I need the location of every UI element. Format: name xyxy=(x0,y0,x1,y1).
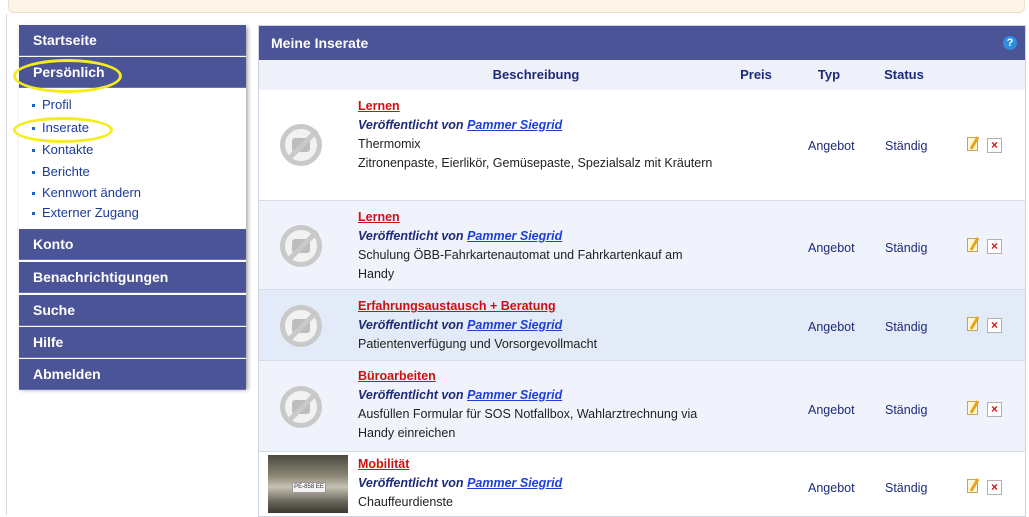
sidebar-item-kennwort[interactable]: Kennwort ändern xyxy=(32,184,141,202)
nav-benachrichtigungen[interactable]: Benachrichtigungen xyxy=(19,262,246,293)
nav-hilfe[interactable]: Hilfe xyxy=(19,327,246,358)
author-link[interactable]: Pammer Siegrid xyxy=(467,476,562,490)
edit-icon[interactable] xyxy=(967,401,980,415)
status-value: Ständig xyxy=(885,403,928,417)
typ-value: Angebot xyxy=(808,320,855,334)
car-photo[interactable]: PE-858 EE xyxy=(268,455,348,513)
author-link[interactable]: Pammer Siegrid xyxy=(467,229,562,243)
no-image-icon xyxy=(280,305,322,347)
sidebar-item-label: Externer Zugang xyxy=(42,205,139,220)
inserat-title: Patientenverfügung und Vorsorgevollmacht xyxy=(358,337,598,351)
status-value: Ständig xyxy=(885,481,928,495)
published-line: Veröffentlicht von Pammer Siegrid xyxy=(358,116,718,135)
no-image-icon xyxy=(280,225,322,267)
column-status: Status xyxy=(884,67,924,82)
typ-value: Angebot xyxy=(808,241,855,255)
persoenlich-submenu: Profil Inserate Kontakte Berichte Kennwo… xyxy=(19,89,246,223)
nav-konto[interactable]: Konto xyxy=(19,229,246,260)
delete-icon[interactable]: × xyxy=(987,239,1002,254)
published-line: Veröffentlicht von Pammer Siegrid xyxy=(358,386,718,405)
nav-suche[interactable]: Suche xyxy=(19,295,246,326)
sidebar-item-label: Kontakte xyxy=(42,142,94,157)
left-divider xyxy=(6,14,7,515)
top-bar xyxy=(8,0,1025,13)
bullet-icon xyxy=(32,212,35,216)
bullet-icon xyxy=(32,171,35,175)
category-link[interactable]: Lernen xyxy=(358,97,718,116)
sidebar-item-profil[interactable]: Profil xyxy=(32,96,72,114)
nav-startseite[interactable]: Startseite xyxy=(19,25,246,56)
no-image-icon xyxy=(280,124,322,166)
no-image-icon xyxy=(280,386,322,428)
published-line: Veröffentlicht von Pammer Siegrid xyxy=(358,227,718,246)
author-link[interactable]: Pammer Siegrid xyxy=(467,388,562,402)
sidebar-item-label: Berichte xyxy=(42,164,90,179)
column-preis: Preis xyxy=(740,67,772,82)
sidebar-item-berichte[interactable]: Berichte xyxy=(32,163,90,181)
bullet-icon xyxy=(32,149,35,153)
status-value: Ständig xyxy=(885,320,928,334)
published-prefix: Veröffentlicht von xyxy=(358,388,464,402)
inserate-panel: Meine Inserate ? Beschreibung Preis Typ … xyxy=(258,25,1026,517)
category-link[interactable]: Erfahrungsaustausch + Beratung xyxy=(358,297,718,316)
inserat-title: Ausfüllen Formular für SOS Notfallbox, W… xyxy=(358,407,698,440)
status-value: Ständig xyxy=(885,139,928,153)
row-description: Lernen Veröffentlicht von Pammer Siegrid… xyxy=(358,208,718,284)
inserat-title: Chauffeurdienste xyxy=(358,495,453,509)
author-link[interactable]: Pammer Siegrid xyxy=(467,118,562,132)
sidebar-item-label: Profil xyxy=(42,97,72,112)
highlight-inserate xyxy=(13,117,113,143)
edit-icon[interactable] xyxy=(967,317,980,331)
published-line: Veröffentlicht von Pammer Siegrid xyxy=(358,474,718,493)
delete-icon[interactable]: × xyxy=(987,402,1002,417)
nav-abmelden[interactable]: Abmelden xyxy=(19,359,246,390)
typ-value: Angebot xyxy=(808,481,855,495)
edit-icon[interactable] xyxy=(967,238,980,252)
status-value: Ständig xyxy=(885,241,928,255)
bullet-icon xyxy=(32,104,35,108)
delete-icon[interactable]: × xyxy=(987,138,1002,153)
table-row: Büroarbeiten Veröffentlicht von Pammer S… xyxy=(259,361,1025,452)
sidebar-item-label: Kennwort ändern xyxy=(42,185,142,200)
highlight-persoenlich xyxy=(13,59,122,93)
author-link[interactable]: Pammer Siegrid xyxy=(467,318,562,332)
delete-icon[interactable]: × xyxy=(987,318,1002,333)
sidebar-item-externer-zugang[interactable]: Externer Zugang xyxy=(32,204,139,222)
delete-icon[interactable]: × xyxy=(987,480,1002,495)
inserat-title: Thermomix xyxy=(358,137,421,151)
inserat-title: Schulung ÖBB-Fahrkartenautomat und Fahrk… xyxy=(358,248,683,281)
published-prefix: Veröffentlicht von xyxy=(358,229,464,243)
row-description: Mobilität Veröffentlicht von Pammer Sieg… xyxy=(358,455,718,512)
license-plate: PE-858 EE xyxy=(292,482,326,493)
typ-value: Angebot xyxy=(808,403,855,417)
category-link[interactable]: Lernen xyxy=(358,208,718,227)
inserat-detail: Zitronenpaste, Eierlikör, Gemüsepaste, S… xyxy=(358,156,713,170)
table-row: Erfahrungsaustausch + Beratung Veröffent… xyxy=(259,290,1025,361)
sidebar-item-kontakte[interactable]: Kontakte xyxy=(32,141,93,159)
published-line: Veröffentlicht von Pammer Siegrid xyxy=(358,316,718,335)
edit-icon[interactable] xyxy=(967,137,980,151)
column-typ: Typ xyxy=(817,67,841,82)
typ-value: Angebot xyxy=(808,139,855,153)
column-beschreibung: Beschreibung xyxy=(492,67,580,82)
published-prefix: Veröffentlicht von xyxy=(358,318,464,332)
published-prefix: Veröffentlicht von xyxy=(358,118,464,132)
row-description: Lernen Veröffentlicht von Pammer Siegrid… xyxy=(358,97,718,173)
category-link[interactable]: Büroarbeiten xyxy=(358,367,718,386)
help-icon[interactable]: ? xyxy=(1003,36,1017,50)
published-prefix: Veröffentlicht von xyxy=(358,476,464,490)
bullet-icon xyxy=(32,192,35,196)
category-link[interactable]: Mobilität xyxy=(358,455,718,474)
edit-icon[interactable] xyxy=(967,479,980,493)
panel-title: Meine Inserate xyxy=(259,26,1025,60)
table-row: Lernen Veröffentlicht von Pammer Siegrid… xyxy=(259,201,1025,290)
row-description: Erfahrungsaustausch + Beratung Veröffent… xyxy=(358,297,718,354)
table-row: PE-858 EE Mobilität Veröffentlicht von P… xyxy=(259,452,1025,516)
table-row: Lernen Veröffentlicht von Pammer Siegrid… xyxy=(259,90,1025,201)
row-description: Büroarbeiten Veröffentlicht von Pammer S… xyxy=(358,367,718,443)
